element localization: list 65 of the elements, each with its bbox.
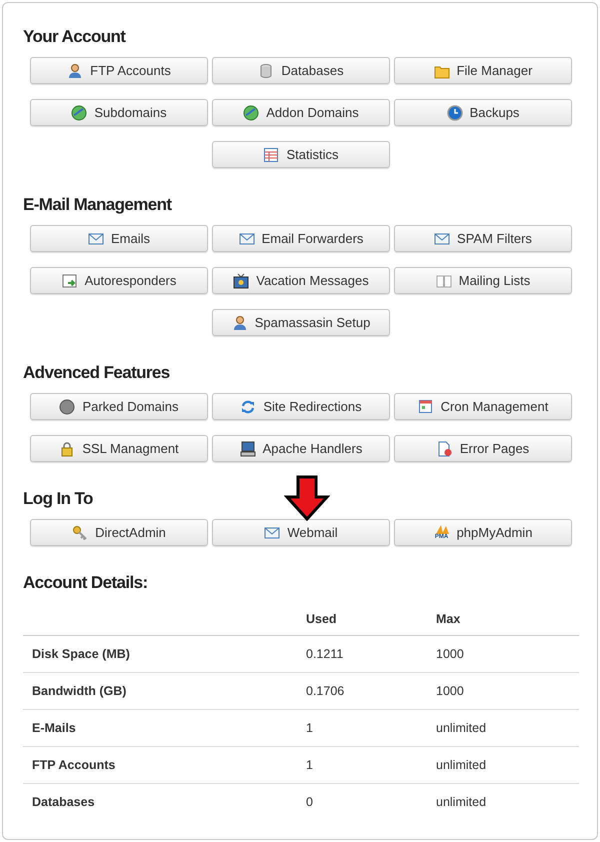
menu-button[interactable]: FTP Accounts <box>30 57 208 84</box>
calendar-icon <box>418 398 434 414</box>
table-cell: FTP Accounts <box>23 746 305 784</box>
key-icon <box>72 524 88 540</box>
envelope-icon <box>88 230 104 246</box>
person-icon <box>232 314 248 330</box>
menu-button[interactable]: Email Forwarders <box>212 225 390 252</box>
menu-button[interactable]: Addon Domains <box>212 99 390 126</box>
table-cell: unlimited <box>435 746 579 784</box>
lock-icon <box>59 440 76 456</box>
table-cell: 1 <box>305 746 435 784</box>
column-header: Max <box>435 603 579 636</box>
menu-button[interactable]: SSL Managment <box>30 435 208 462</box>
menu-button[interactable]: File Manager <box>394 57 572 84</box>
menu-button[interactable]: Mailing Lists <box>394 267 572 294</box>
menu-button[interactable]: Databases <box>212 57 390 84</box>
document-icon <box>436 440 453 456</box>
window-icon <box>62 272 78 288</box>
table-cell: Bandwidth (GB) <box>23 672 305 710</box>
section-heading: Log In To <box>23 489 94 509</box>
disc-icon <box>59 398 76 414</box>
down-arrow-icon <box>284 475 330 521</box>
menu-button[interactable]: DirectAdmin <box>30 519 208 546</box>
menu-button[interactable]: Apache Handlers <box>212 435 390 462</box>
envelope-icon <box>264 524 280 540</box>
globe-icon <box>71 104 88 120</box>
section-heading: Advenced Features <box>23 363 171 383</box>
envelope-icon <box>238 230 255 246</box>
menu-button[interactable]: SPAM Filters <box>394 225 572 252</box>
column-header: Used <box>305 603 435 636</box>
menu-button[interactable]: Cron Management <box>394 393 572 420</box>
section-heading: E-Mail Management <box>23 195 173 215</box>
menu-button[interactable]: Parked Domains <box>30 393 208 420</box>
refresh-icon <box>240 398 256 414</box>
table-cell: 0 <box>305 784 435 820</box>
menu-button[interactable]: Statistics <box>212 141 390 168</box>
table-cell: 0.1211 <box>305 636 435 672</box>
table-cell: unlimited <box>435 784 579 820</box>
menu-button[interactable]: Spamassasin Setup <box>212 309 390 336</box>
menu-button[interactable]: Emails <box>30 225 208 252</box>
table-cell: Databases <box>23 784 305 820</box>
table-cell: unlimited <box>435 710 579 746</box>
section-heading: Account Details: <box>23 573 149 593</box>
envelope-icon <box>434 230 450 246</box>
menu-button[interactable]: Error Pages <box>394 435 572 462</box>
table-cell: 1000 <box>435 636 579 672</box>
table-cell: 0.1706 <box>305 672 435 710</box>
person-icon <box>67 62 84 78</box>
table-cell: E-Mails <box>23 710 305 746</box>
table-cell: 1000 <box>435 672 579 710</box>
table-icon <box>263 146 280 162</box>
tv-icon <box>233 272 250 288</box>
computer-icon <box>240 440 256 456</box>
table-cell: Disk Space (MB) <box>23 636 305 672</box>
menu-button[interactable]: Site Redirections <box>212 393 390 420</box>
section-heading: Your Account <box>23 27 127 47</box>
menu-button[interactable]: Autoresponders <box>30 267 208 294</box>
database-icon <box>258 62 274 78</box>
menu-button[interactable]: Subdomains <box>30 99 208 126</box>
clock-icon <box>446 104 463 120</box>
menu-button[interactable]: Vacation Messages <box>212 267 390 294</box>
globe-icon <box>243 104 260 120</box>
table-cell: 1 <box>305 710 435 746</box>
menu-button[interactable]: Backups <box>394 99 572 126</box>
menu-button[interactable]: Webmail <box>212 519 390 546</box>
